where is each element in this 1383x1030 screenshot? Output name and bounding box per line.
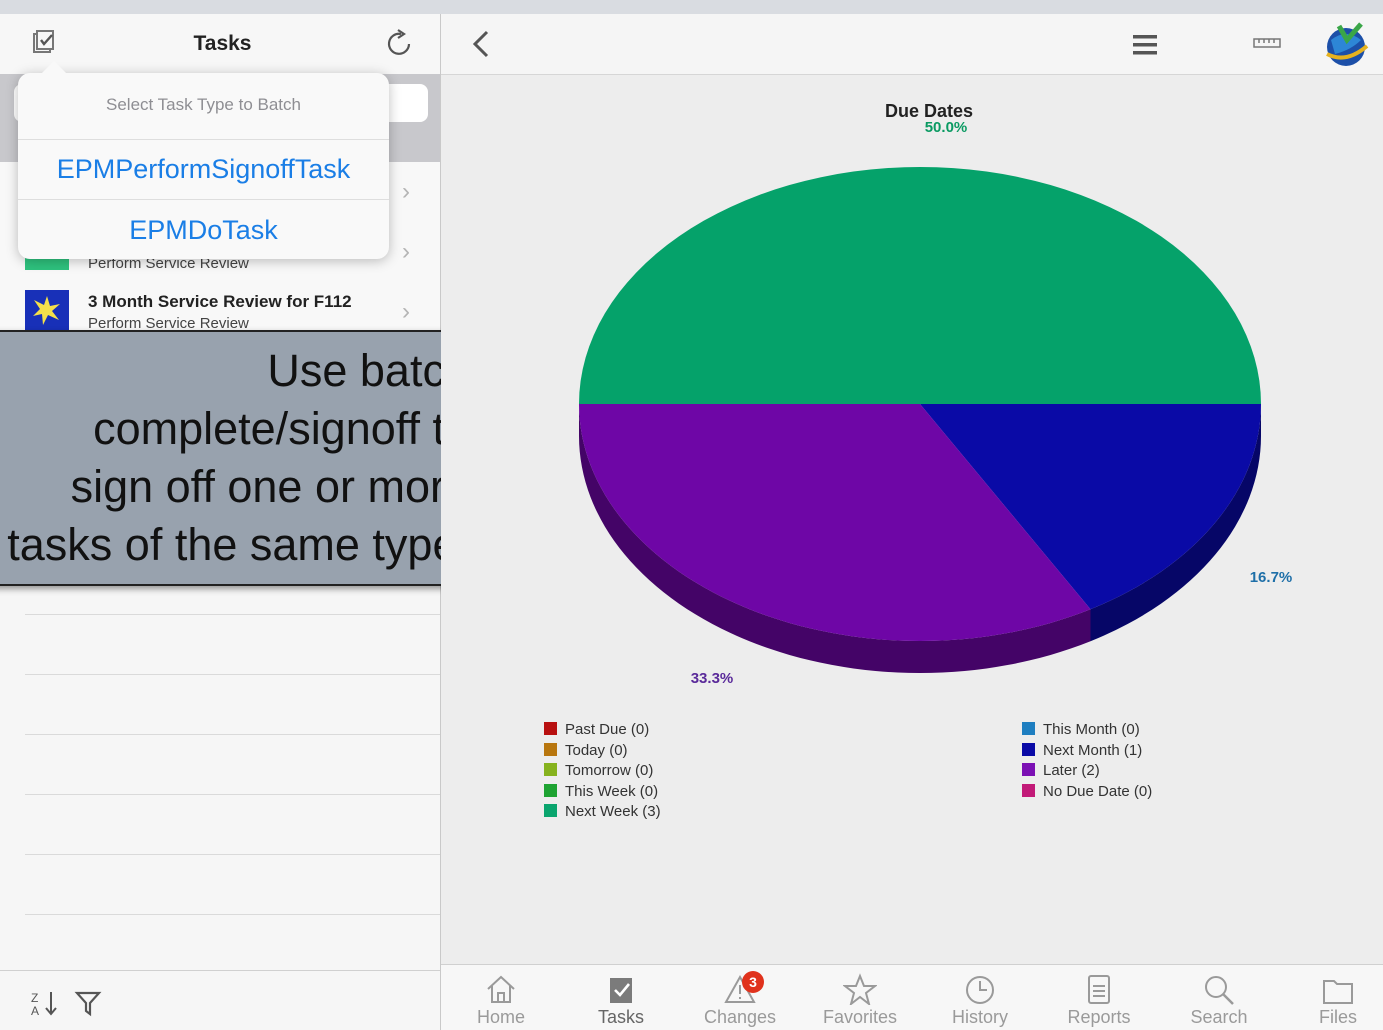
- tab-bar: Home Tasks 3 Changes Favorites History Reports…: [441, 964, 1383, 1030]
- batch-task-icon[interactable]: [30, 28, 60, 58]
- popover-item-perform-signoff[interactable]: EPMPerformSignoffTask: [18, 139, 389, 200]
- tab-label: History: [951, 1007, 1008, 1027]
- task-title: 3 Month Service Review for F112: [88, 292, 352, 311]
- legend-label: Next Month (1): [1043, 741, 1143, 759]
- chevron-right-icon: ›: [402, 238, 410, 265]
- tab-label: Search: [1190, 1007, 1248, 1027]
- divider: [25, 614, 440, 615]
- legend-label: Tomorrow (0): [565, 762, 654, 779]
- callout-text: Use batch complete/signoff to sign off o…: [7, 345, 470, 570]
- legend-label: Past Due (0): [565, 721, 650, 738]
- legend-left: Past Due (0) Today (0) Tomorrow (0) This We…: [544, 721, 661, 824]
- legend-item: No Due Date (0): [1022, 783, 1152, 804]
- legend-swatch: [1022, 783, 1035, 797]
- legend-item: Today (0): [544, 742, 661, 763]
- legend-swatch: [544, 804, 557, 817]
- pie-percent-label: 16.7%: [1250, 569, 1293, 586]
- history-icon: [966, 976, 994, 1004]
- task-list-footer: Z A: [0, 970, 440, 1030]
- svg-text:Z: Z: [31, 991, 38, 1005]
- divider: [25, 854, 440, 855]
- pie-percent-label: 33.3%: [691, 670, 734, 687]
- tab-history[interactable]: History: [930, 965, 1030, 1030]
- sort-icon[interactable]: Z A: [30, 989, 60, 1017]
- app-window: Tasks › Perform Service Review › 3 Month…: [0, 14, 1383, 1030]
- tab-label: Home: [476, 1007, 525, 1027]
- tab-changes[interactable]: 3 Changes: [690, 965, 790, 1030]
- legend-swatch: [544, 742, 557, 756]
- legend-swatch: [544, 722, 557, 735]
- instruction-callout: Use batch complete/signoff to sign off o…: [0, 330, 491, 586]
- reports-icon: [1088, 975, 1110, 1004]
- search-icon: [1205, 976, 1234, 1005]
- tab-search[interactable]: Search: [1169, 965, 1269, 1030]
- legend-item: Next Month (1): [1022, 742, 1152, 763]
- filter-icon[interactable]: [74, 989, 102, 1017]
- chevron-right-icon: ›: [402, 178, 410, 205]
- favorites-icon: [843, 973, 877, 1005]
- tasks-icon: [610, 978, 632, 1003]
- legend-item: This Month (0): [1022, 721, 1152, 742]
- legend-swatch: [544, 783, 557, 797]
- divider: [25, 734, 440, 735]
- legend-item: Next Week (3): [544, 803, 661, 824]
- batch-type-popover: Select Task Type to Batch EPMPerformSign…: [18, 61, 389, 260]
- tab-label: Files: [1318, 1007, 1357, 1027]
- legend-item: This Week (0): [544, 783, 661, 804]
- tab-label: Changes: [703, 1007, 777, 1027]
- legend-label: No Due Date (0): [1043, 782, 1153, 800]
- tab-label: Reports: [1067, 1007, 1131, 1027]
- tab-label: Tasks: [597, 1007, 644, 1027]
- legend-label: Next Week (3): [565, 803, 661, 820]
- pie-slice-next-week[interactable]: [579, 167, 1261, 404]
- legend-swatch: [1022, 722, 1035, 735]
- tab-label: Favorites: [822, 1007, 898, 1027]
- legend-swatch: [544, 763, 557, 776]
- chevron-right-icon: ›: [402, 298, 410, 325]
- legend-item: Later (2): [1022, 762, 1152, 783]
- svg-text:A: A: [31, 1004, 39, 1017]
- files-icon: [1323, 980, 1353, 1004]
- tab-files[interactable]: Files: [1288, 965, 1383, 1030]
- divider: [25, 794, 440, 795]
- pie-percent-label: 50.0%: [925, 119, 968, 136]
- tab-reports[interactable]: Reports: [1049, 965, 1149, 1030]
- popover-item-do-task[interactable]: EPMDoTask: [18, 200, 389, 260]
- page-title: Tasks: [193, 32, 252, 55]
- refresh-icon[interactable]: [384, 27, 416, 59]
- dashboard-panel: Due Dates 50.0% 16.7% 33.3% Past Due (0) To…: [441, 14, 1383, 1030]
- legend-label: Later (2): [1043, 762, 1100, 779]
- legend-label: This Month (0): [1043, 721, 1140, 738]
- home-icon: [487, 975, 515, 1003]
- task-list-panel: Tasks › Perform Service Review › 3 Month…: [0, 14, 491, 1030]
- divider: [25, 914, 440, 915]
- notification-badge: 3: [742, 971, 764, 993]
- legend-label: Today (0): [565, 741, 628, 759]
- legend-swatch: [1022, 763, 1035, 776]
- task-thumbnail-icon: [25, 290, 69, 330]
- divider: [25, 674, 440, 675]
- legend-swatch: [1022, 742, 1035, 756]
- tab-home[interactable]: Home: [451, 965, 551, 1030]
- popover-header: Select Task Type to Batch: [18, 73, 389, 140]
- legend-label: This Week (0): [565, 782, 659, 800]
- tab-favorites[interactable]: Favorites: [810, 965, 910, 1030]
- legend-item: Tomorrow (0): [544, 762, 661, 783]
- legend-right: This Month (0) Next Month (1) Later (2) No …: [1022, 721, 1152, 803]
- tab-tasks[interactable]: Tasks: [571, 965, 671, 1030]
- legend-item: Past Due (0): [544, 721, 661, 742]
